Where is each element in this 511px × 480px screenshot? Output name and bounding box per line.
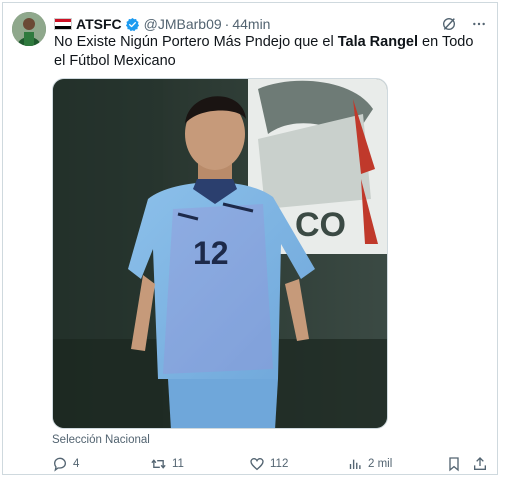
separator-dot: · xyxy=(224,16,230,32)
avatar-image xyxy=(12,12,46,46)
player-photo: CO 12 xyxy=(53,79,387,428)
media-caption[interactable]: Selección Nacional xyxy=(52,434,150,446)
repost-count: 11 xyxy=(172,458,184,470)
egypt-flag-icon xyxy=(54,18,72,30)
jersey-number: 12 xyxy=(193,235,229,271)
more-icon[interactable] xyxy=(471,16,487,32)
views-icon xyxy=(349,459,361,469)
views-count: 2 mil xyxy=(368,458,393,470)
reply-button[interactable]: 4 xyxy=(52,456,79,472)
tweet-card[interactable]: ATSFC @JMBarb09 · 44min No Existe Nigún … xyxy=(2,2,498,475)
like-button[interactable]: 112 xyxy=(249,456,288,472)
share-button[interactable] xyxy=(472,456,488,472)
crest-text: CO xyxy=(295,206,346,244)
verified-badge-icon xyxy=(125,17,139,31)
share-icon xyxy=(474,457,486,470)
repost-icon xyxy=(151,459,166,469)
grok-icon[interactable] xyxy=(441,16,457,32)
bookmark-button[interactable] xyxy=(446,456,462,472)
tweet-media-image[interactable]: CO 12 xyxy=(52,78,388,429)
views-button[interactable]: 2 mil xyxy=(348,456,392,472)
bookmark-icon xyxy=(449,457,459,472)
action-bar: 4 11 112 2 mil xyxy=(52,456,492,476)
user-handle[interactable]: @JMBarb09 xyxy=(144,16,222,32)
display-name[interactable]: ATSFC xyxy=(76,16,122,32)
reply-icon xyxy=(53,457,67,472)
timestamp[interactable]: 44min xyxy=(232,16,270,32)
tweet-header: ATSFC @JMBarb09 · 44min xyxy=(54,14,487,34)
tweet-text-bold: Tala Rangel xyxy=(337,34,419,50)
like-icon xyxy=(250,457,264,471)
tweet-text: No Existe Nigún Portero Más Pndejo que e… xyxy=(54,33,484,71)
reply-count: 4 xyxy=(73,458,80,470)
avatar[interactable] xyxy=(12,12,46,46)
tweet-text-part1: No Existe Nigún Portero Más Pndejo que e… xyxy=(54,34,338,50)
repost-button[interactable]: 11 xyxy=(150,456,184,472)
like-count: 112 xyxy=(270,458,289,470)
